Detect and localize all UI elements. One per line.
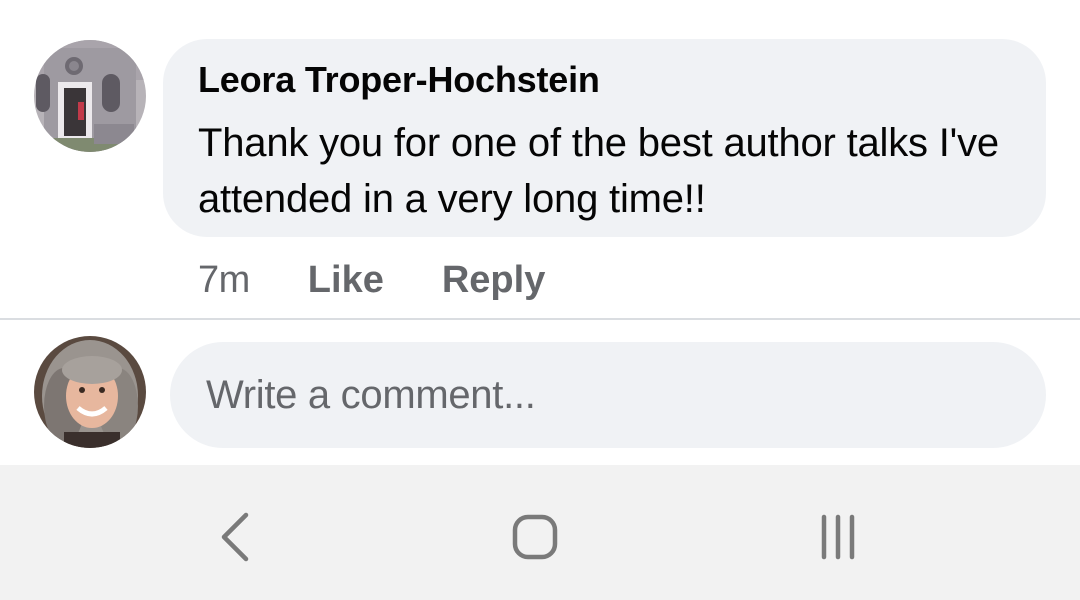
user-photo-icon [34, 336, 146, 448]
comment-author[interactable]: Leora Troper-Hochstein [198, 59, 600, 101]
back-icon [221, 512, 249, 562]
comment-input[interactable]: Write a comment... [170, 342, 1046, 448]
comment-text: Thank you for one of the best author tal… [198, 121, 999, 221]
comment-timestamp[interactable]: 7m [198, 259, 250, 302]
comment: Leora Troper-Hochstein Thank you for one… [0, 0, 1080, 318]
like-button[interactable]: Like [308, 259, 384, 302]
home-button[interactable] [503, 505, 567, 569]
comment-actions: 7m Like Reply [198, 256, 603, 304]
comment-bubble: Leora Troper-Hochstein Thank you for one… [163, 39, 1046, 237]
building-photo-icon [34, 40, 146, 152]
divider [0, 318, 1080, 320]
android-navigation-bar [0, 465, 1080, 600]
current-user-avatar [34, 336, 146, 448]
reply-button[interactable]: Reply [442, 259, 545, 302]
comments-screen: Leora Troper-Hochstein Thank you for one… [0, 0, 1080, 600]
recents-icon [821, 514, 855, 560]
back-button[interactable] [202, 505, 266, 569]
home-icon [512, 514, 558, 560]
recents-button[interactable] [806, 505, 870, 569]
commenter-avatar[interactable] [34, 40, 146, 152]
